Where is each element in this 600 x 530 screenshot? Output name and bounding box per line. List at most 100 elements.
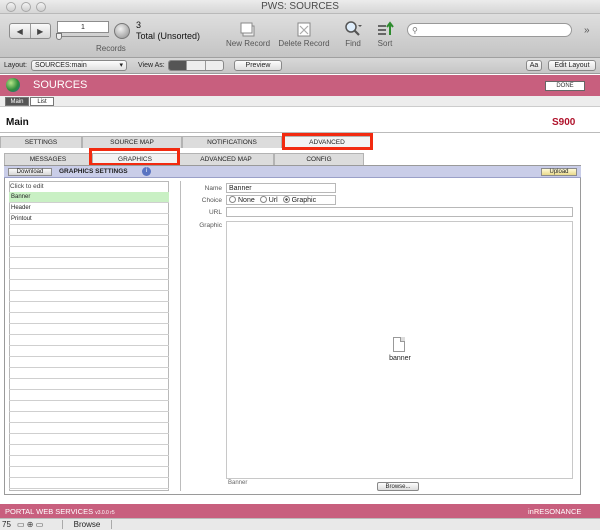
document-icon	[393, 337, 405, 352]
delete-record-label: Delete Record	[278, 39, 330, 48]
tab-messages[interactable]: MESSAGES	[4, 153, 92, 165]
empty-list-row	[9, 258, 169, 269]
record-slider[interactable]	[56, 33, 109, 40]
brand-suffix: ESONANCE	[539, 507, 582, 516]
footer-left: PORTAL WEB SERVICES v3.0.0 r5	[5, 507, 115, 516]
toolbar-overflow-icon[interactable]: »	[584, 25, 590, 36]
empty-list-row	[9, 291, 169, 302]
footer-band: PORTAL WEB SERVICES v3.0.0 r5 inRESONANC…	[0, 504, 600, 518]
empty-list-row	[9, 313, 169, 324]
graphic-label: Graphic	[199, 222, 222, 229]
info-icon[interactable]: i	[142, 167, 151, 176]
name-field[interactable]: Banner	[226, 183, 336, 193]
url-field[interactable]	[226, 207, 573, 217]
sort-button[interactable]: Sort	[373, 19, 397, 48]
secondary-tabs: MESSAGES GRAPHICS ADVANCED MAP CONFIG	[4, 153, 364, 165]
empty-list-row	[9, 401, 169, 412]
empty-list-row	[9, 346, 169, 357]
main-view-button[interactable]: Main	[5, 97, 29, 106]
tab-config[interactable]: CONFIG	[274, 153, 364, 165]
globe-icon	[6, 78, 20, 92]
preview-button[interactable]: Preview	[234, 60, 282, 71]
empty-list-row	[9, 423, 169, 434]
empty-list-row	[9, 456, 169, 467]
empty-list-row	[9, 434, 169, 445]
empty-list-row	[9, 324, 169, 335]
tab-advanced-map[interactable]: ADVANCED MAP	[178, 153, 274, 165]
empty-list-row	[9, 302, 169, 313]
delete-record-button[interactable]: Delete Record	[276, 19, 332, 48]
list-view-icon[interactable]	[187, 61, 206, 70]
download-button[interactable]: Download	[8, 168, 52, 176]
window-title: PWS: SOURCES	[261, 1, 339, 12]
view-switcher: Main List	[0, 96, 600, 107]
empty-list-row	[9, 467, 169, 478]
url-label: URL	[208, 209, 222, 216]
layout-bar: Layout: SOURCES:main View As: Preview Aa…	[0, 58, 600, 74]
current-record-field[interactable]: 1	[57, 21, 109, 33]
total-label: Total (Unsorted)	[136, 31, 201, 41]
header-band: SOURCES DONE	[0, 75, 600, 96]
delete-record-icon	[276, 19, 332, 39]
name-label: Name	[204, 185, 222, 192]
empty-list-row	[9, 445, 169, 456]
choice-none-radio[interactable]	[229, 196, 236, 203]
record-navigator: ◀ ▶	[9, 23, 51, 39]
records-label: Records	[96, 44, 126, 53]
find-button[interactable]: Find	[340, 19, 366, 48]
search-icon: ⚲	[412, 26, 418, 35]
footer-product: PORTAL WEB SERVICES	[5, 507, 94, 516]
quick-find-input[interactable]: ⚲	[407, 23, 572, 37]
footer-version: v3.0.0 r5	[95, 510, 115, 516]
find-label: Find	[345, 39, 361, 48]
list-view-button[interactable]: List	[30, 97, 54, 106]
graphic-filename: banner	[389, 355, 411, 362]
zoom-controls[interactable]: ▭ ⊕ ▭	[17, 520, 43, 529]
format-bar-toggle[interactable]: Aa	[526, 60, 542, 71]
sort-label: Sort	[377, 39, 393, 48]
record-count: 3	[136, 20, 142, 30]
choice-graphic-radio[interactable]	[282, 196, 290, 203]
slider-handle[interactable]	[56, 33, 62, 40]
choice-none-label: None	[238, 197, 255, 204]
page-title: SOURCES	[33, 79, 88, 91]
new-record-label: New Record	[226, 39, 271, 48]
view-as-label: View As:	[138, 62, 165, 69]
new-record-button[interactable]: New Record	[226, 19, 270, 48]
layout-label: Layout:	[4, 62, 27, 69]
status-toolbar: ◀ ▶ 1 3 Total (Unsorted) Records New Rec…	[0, 14, 600, 58]
tab-notifications[interactable]: NOTIFICATIONS	[182, 136, 282, 148]
layout-select[interactable]: SOURCES:main	[31, 60, 127, 71]
table-view-icon[interactable]	[206, 61, 223, 70]
click-to-edit-label: Click to edit	[10, 183, 44, 190]
next-record-icon[interactable]: ▶	[31, 24, 51, 38]
empty-list-row	[9, 236, 169, 247]
new-record-icon	[226, 19, 270, 39]
view-as-selector	[168, 60, 224, 71]
choice-radio-group: None Url Graphic	[226, 195, 336, 205]
footer-brand: inRESONANCE	[528, 507, 581, 516]
empty-list-row	[9, 412, 169, 423]
panel-header: Download GRAPHICS SETTINGS i Upload	[4, 166, 581, 178]
done-button[interactable]: DONE	[545, 81, 585, 91]
tab-source-map[interactable]: SOURCE MAP	[82, 136, 182, 148]
choice-url-radio[interactable]	[259, 196, 267, 203]
empty-list-row	[9, 280, 169, 291]
edit-layout-button[interactable]: Edit Layout	[548, 60, 596, 71]
list-item[interactable]: Printout	[9, 214, 169, 225]
upload-button[interactable]: Upload	[541, 168, 577, 176]
empty-list-row	[9, 478, 169, 489]
mode-indicator[interactable]: Browse	[62, 520, 112, 529]
list-item[interactable]: Banner	[9, 192, 169, 203]
choice-label: Choice	[201, 197, 222, 204]
empty-list-row	[9, 368, 169, 379]
form-view-icon[interactable]	[169, 61, 188, 70]
list-item[interactable]: Header	[9, 203, 169, 214]
highlight-graphics	[89, 148, 180, 166]
empty-list-row	[9, 357, 169, 368]
tab-settings[interactable]: SETTINGS	[0, 136, 82, 148]
previous-record-icon[interactable]: ◀	[10, 24, 31, 38]
browse-button[interactable]: Browse...	[377, 482, 419, 491]
record-pie-icon	[114, 23, 130, 39]
empty-list-row	[9, 247, 169, 258]
